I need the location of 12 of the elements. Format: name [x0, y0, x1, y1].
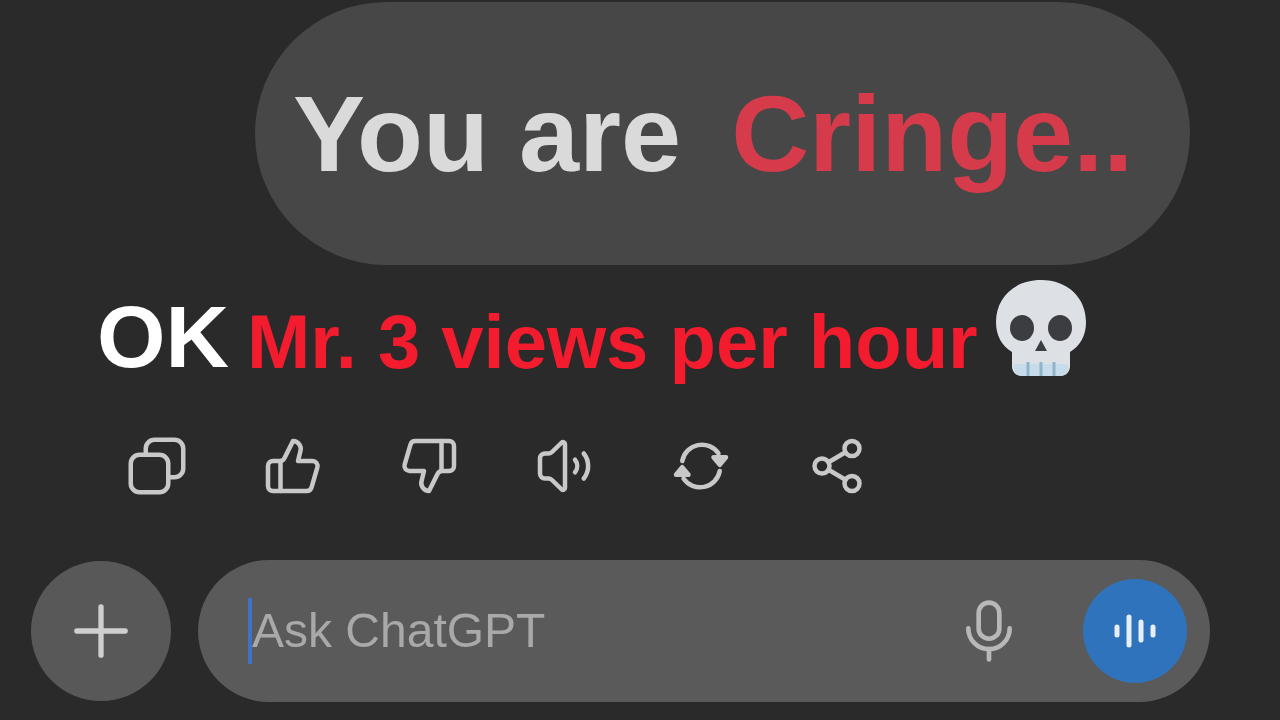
- reply-text: OK: [97, 293, 229, 381]
- waveform-icon: [1113, 614, 1157, 648]
- copy-icon[interactable]: [127, 436, 187, 496]
- microphone-icon: [963, 600, 1015, 662]
- message-input[interactable]: Ask ChatGPT: [252, 596, 812, 666]
- message-text: Cringe..: [731, 72, 1134, 196]
- message-text: You are: [293, 72, 682, 196]
- composer-bar[interactable]: Ask ChatGPT: [198, 560, 1210, 702]
- reply-text: Mr. 3 views per hour: [247, 298, 978, 386]
- thumbs-down-icon[interactable]: [399, 436, 459, 496]
- plus-icon: [72, 602, 130, 660]
- thumbs-up-icon[interactable]: [263, 436, 323, 496]
